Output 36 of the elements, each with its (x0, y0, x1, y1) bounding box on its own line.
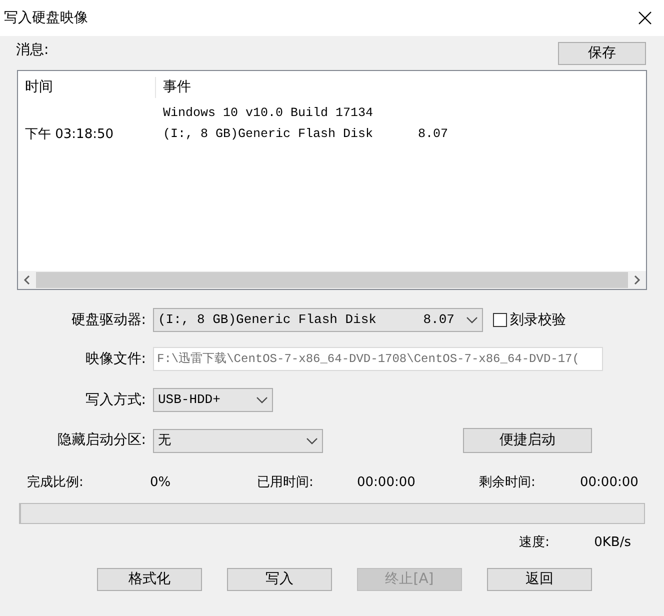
dropdown[interactable]: (I:, 8 GB)Generic Flash Disk 8.07 (153, 308, 483, 332)
speed-value: 0KB/s (594, 534, 631, 552)
log-time: 下午 03:18:50 (24, 126, 115, 144)
dropdown[interactable]: USB-HDD+ (153, 388, 273, 412)
image-file-field[interactable]: F:\迅雷下载\CentOS-7-x86_64-DVD-1708\CentOS-7-x86_64-DVD-17( (153, 347, 603, 371)
elapsed-value: 00:00:00 (357, 474, 416, 492)
remaining-label: 剩余时间: (479, 474, 536, 492)
log-event: (I:, 8 GB)Generic Flash Disk 8.07 (162, 126, 448, 144)
log-event: Windows 10 v10.0 Build 17134 (162, 105, 374, 122)
quick-boot-button[interactable]: 便捷启动 (463, 428, 592, 453)
column-header[interactable]: 时间 (18, 76, 156, 98)
column-header[interactable]: 事件 (156, 76, 191, 98)
close-icon[interactable] (638, 11, 652, 25)
percent-label: 完成比例: (27, 474, 84, 492)
remaining-value: 00:00:00 (580, 474, 638, 492)
messages-label: 消息: (16, 41, 49, 60)
drive-label: 硬盘驱动器: (70, 310, 147, 330)
window-title: 写入硬盘映像 (4, 8, 88, 28)
dropdown[interactable]: 无 (153, 428, 323, 452)
checkbox[interactable] (493, 313, 507, 327)
hidden-partition-label: 隐藏启动分区: (56, 431, 147, 450)
action-button[interactable]: 写入 (227, 568, 332, 591)
elapsed-label: 已用时间: (257, 474, 314, 492)
chevron-down-icon (306, 436, 318, 444)
write-mode-label: 写入方式: (84, 390, 147, 410)
action-button[interactable]: 格式化 (97, 568, 202, 591)
chevron-down-icon (256, 396, 268, 404)
image-file-label: 映像文件: (84, 350, 147, 368)
scrollbar-thumb[interactable] (36, 272, 628, 288)
chevron-down-icon (466, 316, 478, 324)
percent-value: 0% (150, 474, 172, 492)
action-button[interactable]: 返回 (487, 568, 592, 591)
verify-label: 刻录校验 (510, 310, 566, 330)
horizontal-scrollbar[interactable] (18, 271, 646, 289)
speed-label: 速度: (519, 534, 551, 552)
save-button[interactable]: 保存 (558, 42, 646, 65)
